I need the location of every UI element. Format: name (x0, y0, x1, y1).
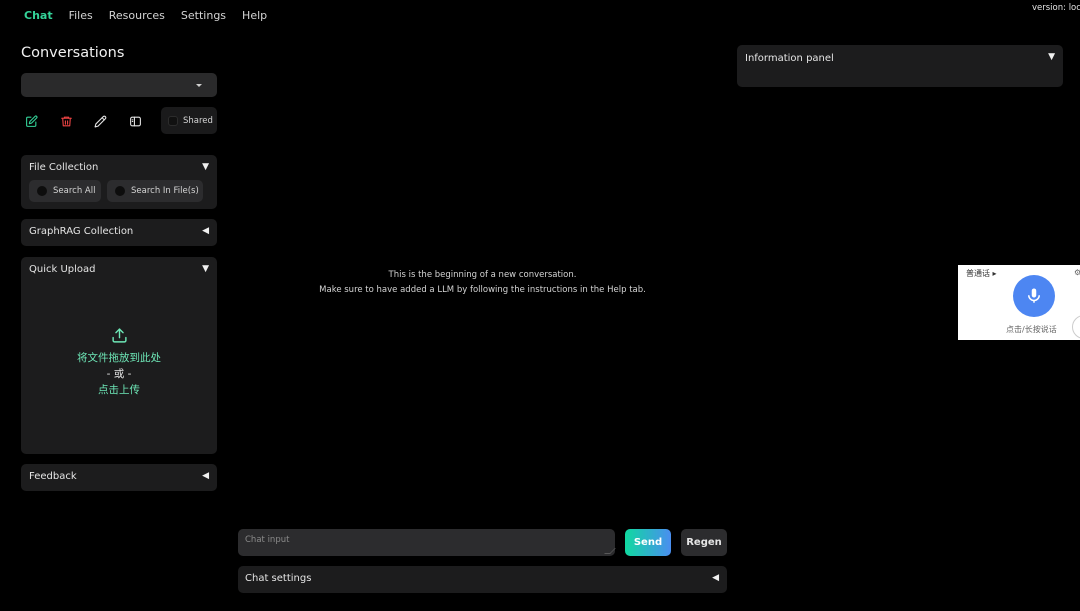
graphrag-collection-title: GraphRAG Collection (29, 226, 134, 237)
file-collection-title[interactable]: File Collection (29, 162, 98, 173)
regen-button[interactable]: Regen (681, 529, 727, 556)
search-all-radio[interactable]: Search All (29, 180, 101, 202)
voice-language-label: 普通话 (966, 269, 990, 278)
pencil-icon (94, 115, 106, 127)
conversation-select[interactable] (21, 73, 217, 97)
chat-settings-panel[interactable]: Chat settings ◀ (238, 566, 727, 593)
tab-help[interactable]: Help (234, 9, 275, 23)
tab-chat[interactable]: Chat (16, 9, 61, 23)
information-panel-title[interactable]: Information panel (745, 53, 834, 64)
conversations-heading: Conversations (21, 45, 125, 61)
chevron-down-icon (196, 84, 202, 87)
chat-intro-message: This is the beginning of a new conversat… (238, 268, 727, 298)
chat-input[interactable]: Chat input (238, 529, 616, 556)
chat-intro-line-1: This is the beginning of a new conversat… (388, 270, 577, 280)
rename-conversation-button[interactable] (91, 112, 109, 130)
voice-input-widget: 普通话 ▸ ⚙ 点击/长按说话 (958, 265, 1080, 340)
feedback-panel[interactable]: Feedback ◀ (21, 464, 217, 491)
chat-settings-title: Chat settings (245, 573, 312, 584)
tab-files[interactable]: Files (61, 9, 101, 23)
top-nav: Chat Files Resources Settings Help (16, 9, 275, 23)
triangle-down-icon[interactable]: ▼ (202, 162, 209, 172)
feedback-title: Feedback (29, 471, 77, 482)
ring-icon (1072, 315, 1080, 339)
upload-icon (111, 328, 127, 343)
shared-checkbox[interactable]: Shared (161, 107, 217, 134)
tab-resources[interactable]: Resources (101, 9, 173, 23)
triangle-left-icon: ◀ (712, 573, 719, 583)
search-in-files-radio[interactable]: Search In File(s) (107, 180, 203, 202)
chat-intro-line-2: Make sure to have added a LLM by followi… (319, 285, 646, 295)
drop-text: 将文件拖放到此处 (77, 352, 161, 364)
shared-label: Shared (183, 115, 213, 126)
new-conversation-button[interactable] (22, 112, 40, 130)
triangle-left-icon: ◀ (202, 471, 209, 481)
file-collection-panel: File Collection ▼ Search All Search In F… (21, 155, 217, 209)
toggle-panel-button[interactable] (126, 112, 144, 130)
graphrag-collection-panel[interactable]: GraphRAG Collection ◀ (21, 219, 217, 246)
radio-circle (37, 186, 47, 196)
sidebar-toggle-icon (129, 116, 141, 126)
quick-upload-title[interactable]: Quick Upload (29, 264, 96, 275)
voice-language[interactable]: 普通话 ▸ (966, 268, 997, 279)
delete-conversation-button[interactable] (57, 112, 75, 130)
or-text: - 或 - (106, 368, 132, 380)
search-all-label: Search All (53, 186, 96, 196)
search-in-files-label: Search In File(s) (131, 186, 199, 196)
voice-hint: 点击/长按说话 (1006, 325, 1057, 334)
new-conversation-icon (25, 114, 38, 127)
triangle-down-icon[interactable]: ▼ (1048, 52, 1055, 62)
triangle-down-icon[interactable]: ▼ (202, 264, 209, 274)
microphone-button[interactable] (1013, 275, 1055, 317)
click-upload-text: 点击上传 (98, 384, 140, 396)
tab-settings[interactable]: Settings (173, 9, 234, 23)
resize-grip-icon[interactable] (604, 548, 616, 554)
send-button[interactable]: Send (625, 529, 671, 556)
trash-icon (60, 116, 72, 126)
file-drop-zone[interactable]: 将文件拖放到此处 - 或 - 点击上传 (21, 327, 217, 398)
triangle-left-icon: ◀ (202, 226, 209, 236)
shared-checkbox-box[interactable] (168, 115, 178, 126)
quick-upload-panel: Quick Upload ▼ 将文件拖放到此处 - 或 - 点击上传 (21, 257, 217, 454)
chat-input-placeholder: Chat input (245, 535, 290, 545)
gear-icon[interactable]: ⚙ (1074, 268, 1080, 277)
radio-circle (115, 186, 125, 196)
information-panel: Information panel ▼ (737, 45, 1063, 87)
version-label: version: local (1032, 3, 1080, 13)
microphone-icon (1028, 288, 1040, 303)
